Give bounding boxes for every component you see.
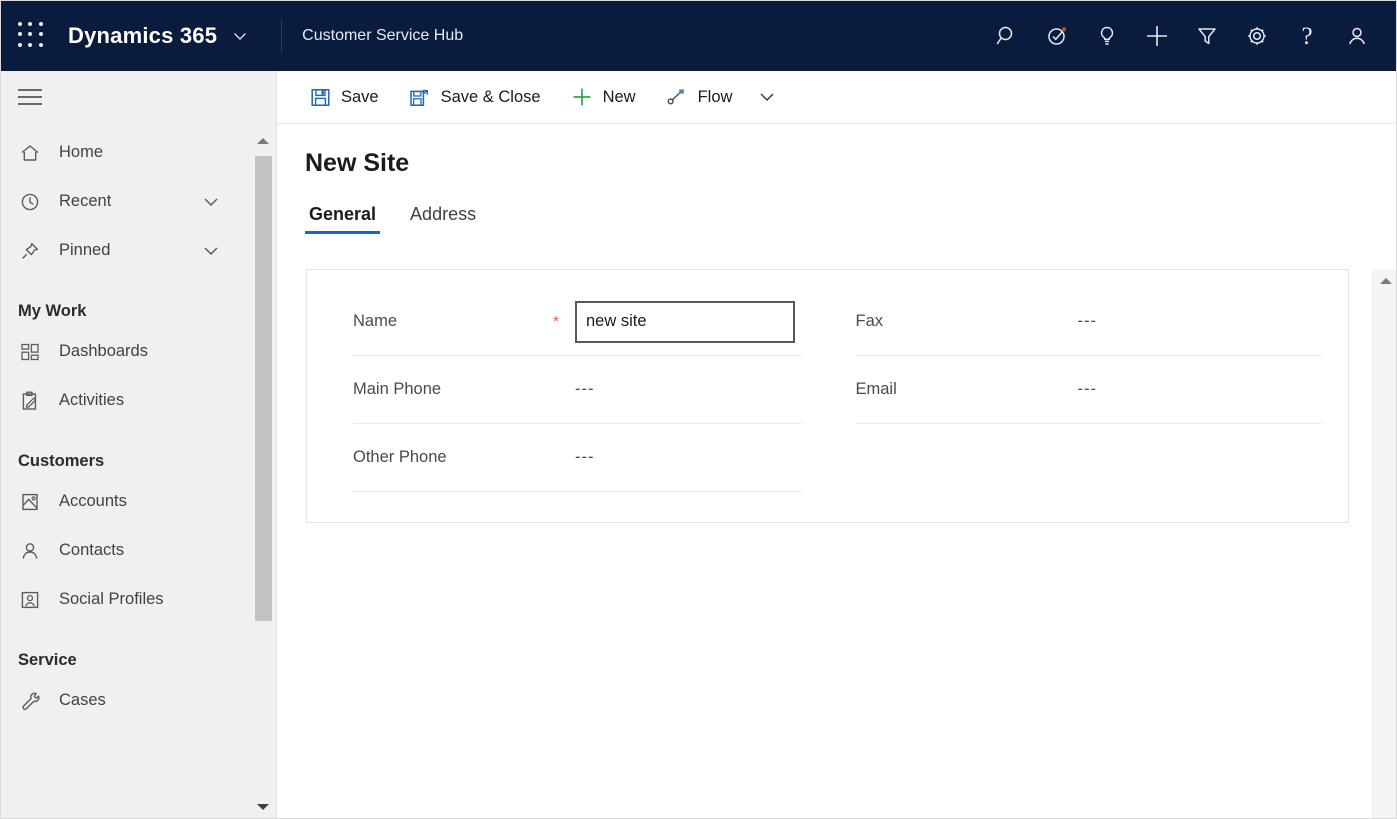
field-label-main-phone: Main Phone (353, 380, 553, 399)
chevron-down-icon[interactable] (201, 192, 221, 212)
sidebar-item-cases[interactable]: Cases (1, 676, 249, 725)
tab-general[interactable]: General (305, 204, 380, 234)
sidebar-item-label: Cases (59, 691, 106, 710)
pin-icon (18, 239, 42, 263)
sidebar-item-label: Contacts (59, 541, 124, 560)
sidebar-item-label: Recent (59, 192, 111, 211)
user-icon[interactable] (1332, 11, 1382, 61)
sidebar-item-label: Activities (59, 391, 124, 410)
required-marker: * (553, 313, 575, 330)
sidebar-group-service: Service (1, 624, 249, 676)
plus-icon (571, 86, 593, 108)
sidebar-item-dashboards[interactable]: Dashboards (1, 327, 249, 376)
form-column-left: Name * Main Phone --- Other Phone --- (307, 270, 828, 522)
field-label-fax: Fax (856, 312, 1056, 331)
chevron-down-icon[interactable] (231, 27, 249, 45)
filter-icon[interactable] (1182, 11, 1232, 61)
sidebar-group-customers: Customers (1, 425, 249, 477)
field-main-phone[interactable]: Main Phone --- (353, 356, 802, 424)
form-column-right: Fax --- Email --- (828, 270, 1349, 522)
flow-button-label: Flow (698, 88, 733, 107)
home-icon (18, 141, 42, 165)
sidebar-item-label: Pinned (59, 241, 110, 260)
scroll-up-arrow-icon[interactable] (249, 130, 277, 152)
field-name: Name * (353, 288, 802, 356)
main-phone-value[interactable]: --- (575, 380, 594, 399)
field-other-phone[interactable]: Other Phone --- (353, 424, 802, 492)
sidebar-item-social-profiles[interactable]: Social Profiles (1, 575, 249, 624)
dynamics-365-window: Dynamics 365 Customer Service Hub (0, 0, 1397, 819)
social-profile-icon (18, 588, 42, 612)
sidebar-scroll-thumb[interactable] (255, 156, 272, 621)
save-and-close-button[interactable]: Save & Close (397, 77, 553, 117)
command-overflow-chevron-icon[interactable] (750, 77, 784, 117)
scroll-up-arrow-icon[interactable] (1373, 271, 1397, 291)
gear-icon[interactable] (1232, 11, 1282, 61)
wrench-icon (18, 689, 42, 713)
clipboard-icon (18, 389, 42, 413)
save-button[interactable]: Save (297, 77, 391, 117)
tab-address[interactable]: Address (406, 204, 480, 234)
save-icon (309, 86, 331, 108)
sidebar-item-label: Social Profiles (59, 590, 164, 609)
new-button-label: New (603, 88, 636, 107)
plus-icon[interactable] (1132, 11, 1182, 61)
field-label-other-phone: Other Phone (353, 448, 553, 467)
search-icon[interactable] (982, 11, 1032, 61)
sidebar-nav-list: Home Recent (1, 128, 249, 819)
flow-button[interactable]: Flow (654, 77, 745, 117)
field-label-name: Name (353, 312, 553, 331)
form-filler-row (856, 424, 1323, 492)
assistant-icon[interactable] (1032, 11, 1082, 61)
question-icon[interactable]: ? (1282, 11, 1332, 61)
sidebar-item-label: Accounts (59, 492, 127, 511)
clock-icon (18, 190, 42, 214)
form-scrollbar[interactable] (1372, 269, 1397, 819)
sidebar-item-recent[interactable]: Recent (1, 177, 249, 226)
form-body: New Site General Address Name * Main Pho… (277, 124, 1397, 819)
sidebar-item-activities[interactable]: Activities (1, 376, 249, 425)
save-close-icon (409, 86, 431, 108)
field-fax[interactable]: Fax --- (856, 288, 1323, 356)
question-mark-glyph: ? (1301, 24, 1312, 49)
sidebar-item-label: Home (59, 143, 103, 162)
other-phone-value[interactable]: --- (575, 448, 594, 467)
save-button-label: Save (341, 88, 379, 107)
new-button[interactable]: New (559, 77, 648, 117)
fax-value[interactable]: --- (1078, 312, 1097, 331)
lightbulb-icon[interactable] (1082, 11, 1132, 61)
page-title: New Site (305, 149, 409, 178)
field-email[interactable]: Email --- (856, 356, 1323, 424)
sidebar-scrollbar[interactable] (248, 128, 276, 819)
header-icon-group: ? (982, 11, 1382, 61)
sidebar-item-home[interactable]: Home (1, 128, 249, 177)
global-header: Dynamics 365 Customer Service Hub (1, 1, 1397, 71)
account-icon (18, 490, 42, 514)
sidebar-item-contacts[interactable]: Contacts (1, 526, 249, 575)
hamburger-menu-icon[interactable] (18, 85, 44, 109)
app-name-label[interactable]: Customer Service Hub (281, 19, 463, 53)
sidebar-group-my-work: My Work (1, 275, 249, 327)
scroll-down-arrow-icon[interactable] (249, 796, 277, 818)
field-label-email: Email (856, 380, 1056, 399)
general-section-card: Name * Main Phone --- Other Phone --- (306, 269, 1349, 523)
sidebar-item-pinned[interactable]: Pinned (1, 226, 249, 275)
sidebar-item-label: Dashboards (59, 342, 148, 361)
dashboard-icon (18, 340, 42, 364)
contact-icon (18, 539, 42, 563)
chevron-down-icon[interactable] (201, 241, 221, 261)
form-tab-strip: General Address (305, 204, 506, 234)
sidebar-item-accounts[interactable]: Accounts (1, 477, 249, 526)
name-input[interactable] (575, 301, 795, 343)
sitemap-sidebar: Home Recent (1, 71, 277, 819)
email-value[interactable]: --- (1078, 380, 1097, 399)
flow-icon (666, 86, 688, 108)
command-bar: Save Save & Close New (277, 71, 1397, 124)
brand-title[interactable]: Dynamics 365 (68, 23, 217, 49)
save-and-close-label: Save & Close (441, 88, 541, 107)
app-launcher-icon[interactable] (18, 22, 46, 50)
